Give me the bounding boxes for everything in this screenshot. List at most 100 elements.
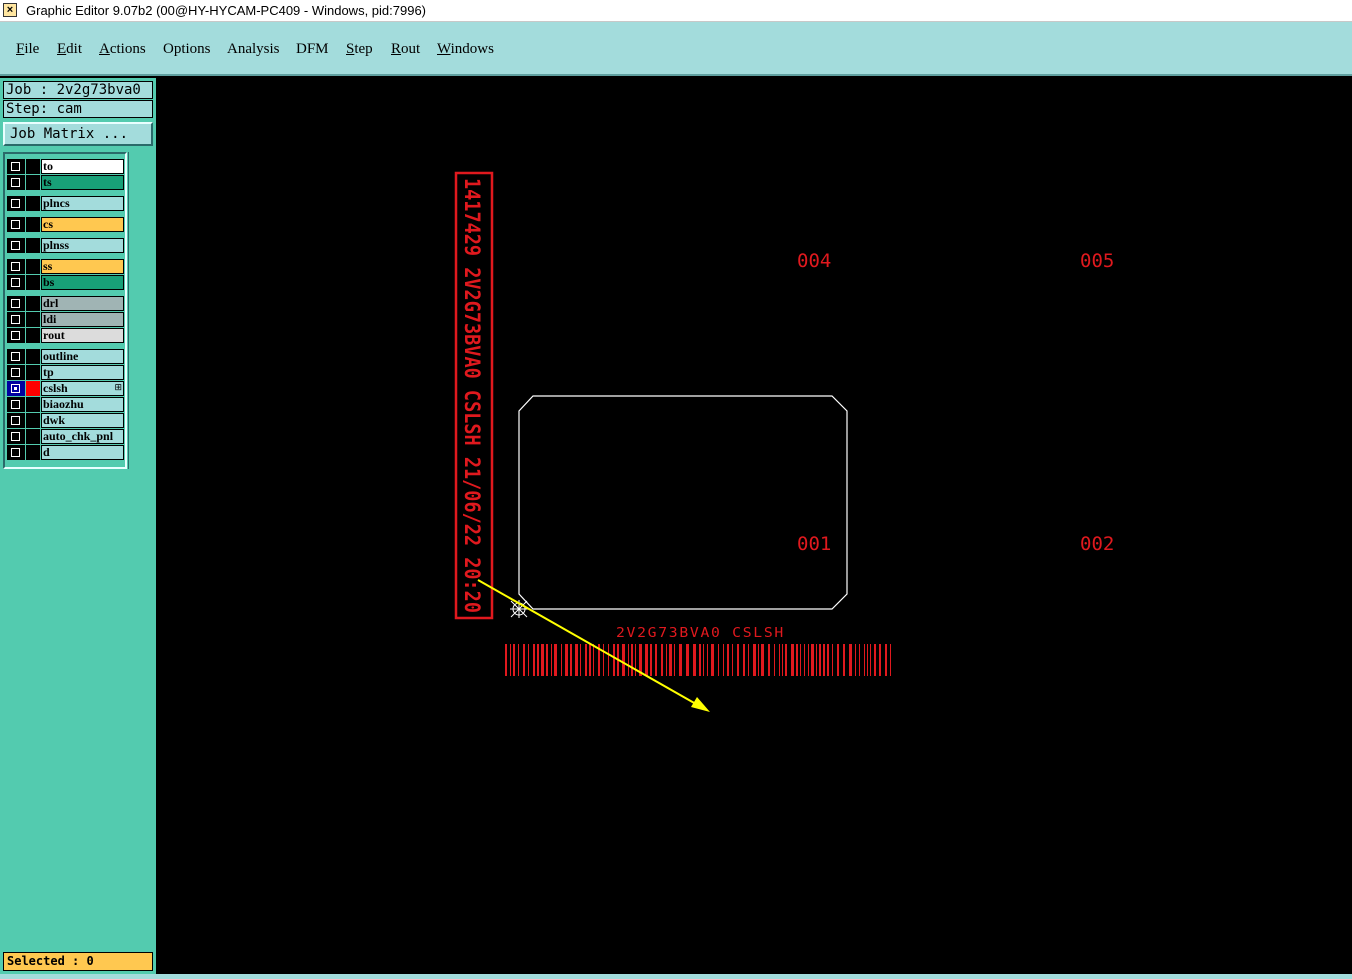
- layer-color-swatch[interactable]: [26, 196, 40, 211]
- selected-count: Selected : 0: [3, 952, 153, 971]
- layer-name[interactable]: rout: [41, 328, 124, 343]
- layer-row-bs[interactable]: bs: [7, 275, 124, 290]
- layer-color-swatch[interactable]: [26, 445, 40, 460]
- layer-color-swatch[interactable]: [26, 312, 40, 327]
- layer-name[interactable]: tp: [41, 365, 124, 380]
- layer-row-ldi[interactable]: ldi: [7, 312, 124, 327]
- layer-display-checkbox[interactable]: [7, 238, 25, 253]
- barcode-bar: [561, 644, 562, 676]
- menu-options[interactable]: Options: [163, 40, 211, 58]
- layer-name[interactable]: cslsh ⊞: [41, 381, 124, 396]
- layer-display-checkbox[interactable]: [7, 349, 25, 364]
- barcode-bar: [505, 644, 507, 676]
- layer-row-outline[interactable]: outline: [7, 349, 124, 364]
- layer-display-checkbox[interactable]: [7, 429, 25, 444]
- graphic-canvas[interactable]: 1417429 2V2G73BVA0 CSLSH 21/06/22 20:20 …: [156, 78, 1352, 975]
- barcode-bar: [593, 644, 594, 676]
- layer-color-swatch[interactable]: [26, 159, 40, 174]
- menu-windows[interactable]: Windows: [437, 40, 494, 58]
- layer-color-swatch[interactable]: [26, 381, 40, 396]
- layer-row-drl[interactable]: drl: [7, 296, 124, 311]
- layer-row-biaozhu[interactable]: biaozhu: [7, 397, 124, 412]
- layer-name[interactable]: biaozhu: [41, 397, 124, 412]
- layer-name[interactable]: dwk: [41, 413, 124, 428]
- layer-display-checkbox[interactable]: [7, 275, 25, 290]
- layer-display-checkbox[interactable]: [7, 296, 25, 311]
- layer-color-swatch[interactable]: [26, 397, 40, 412]
- layer-display-checkbox[interactable]: [7, 312, 25, 327]
- layer-row-ts[interactable]: ts: [7, 175, 124, 190]
- barcode-bar: [645, 644, 648, 676]
- barcode-bar: [622, 644, 625, 676]
- affected-marker-icon: ⊞: [114, 383, 122, 393]
- layer-display-checkbox[interactable]: [7, 381, 25, 396]
- barcode-bar: [827, 644, 829, 676]
- layer-row-cs[interactable]: cs: [7, 217, 124, 232]
- layer-display-checkbox[interactable]: [7, 397, 25, 412]
- layer-name[interactable]: cs: [41, 217, 124, 232]
- layer-list-scrollbar[interactable]: [128, 152, 153, 469]
- barcode-bar: [843, 644, 845, 676]
- barcode-bar: [879, 644, 881, 676]
- layer-row-cslsh[interactable]: cslsh ⊞: [7, 381, 124, 396]
- layer-color-swatch[interactable]: [26, 365, 40, 380]
- menu-actions[interactable]: Actions: [99, 40, 146, 58]
- menu-dfm[interactable]: DFM: [296, 40, 329, 58]
- menu-edit[interactable]: Edit: [57, 40, 82, 58]
- layer-color-swatch[interactable]: [26, 175, 40, 190]
- barcode-bar: [518, 644, 519, 676]
- layer-color-swatch[interactable]: [26, 217, 40, 232]
- layer-display-checkbox[interactable]: [7, 159, 25, 174]
- barcode-bar: [832, 644, 833, 676]
- layer-name[interactable]: outline: [41, 349, 124, 364]
- layer-name[interactable]: to: [41, 159, 124, 174]
- layer-color-swatch[interactable]: [26, 413, 40, 428]
- layer-color-swatch[interactable]: [26, 238, 40, 253]
- layer-row-ss[interactable]: ss: [7, 259, 124, 274]
- job-matrix-button[interactable]: Job Matrix ...: [3, 122, 153, 146]
- layer-name[interactable]: auto_chk_pnl: [41, 429, 124, 444]
- layer-color-swatch[interactable]: [26, 296, 40, 311]
- layer-row-auto-chk-pnl[interactable]: auto_chk_pnl: [7, 429, 124, 444]
- layer-name[interactable]: ts: [41, 175, 124, 190]
- layer-display-checkbox[interactable]: [7, 445, 25, 460]
- barcode-bar: [674, 644, 675, 676]
- layer-row-plnss[interactable]: plnss: [7, 238, 124, 253]
- layer-row-dwk[interactable]: dwk: [7, 413, 124, 428]
- layer-display-checkbox[interactable]: [7, 413, 25, 428]
- layer-display-checkbox[interactable]: [7, 175, 25, 190]
- layer-display-checkbox[interactable]: [7, 365, 25, 380]
- pcs-label-001: 001: [797, 533, 831, 555]
- layer-display-checkbox[interactable]: [7, 217, 25, 232]
- barcode-bar: [589, 644, 591, 676]
- layer-display-checkbox[interactable]: [7, 259, 25, 274]
- layer-color-swatch[interactable]: [26, 429, 40, 444]
- layer-row-rout[interactable]: rout: [7, 328, 124, 343]
- menu-file[interactable]: File: [16, 40, 39, 58]
- layer-row-plncs[interactable]: plncs: [7, 196, 124, 211]
- menu-step[interactable]: Step: [346, 40, 373, 58]
- layer-color-swatch[interactable]: [26, 328, 40, 343]
- layer-list: to ts plncs cs plnss ss bs drl ldi rout …: [3, 152, 127, 469]
- layer-name[interactable]: plncs: [41, 196, 124, 211]
- layer-row-d[interactable]: d: [7, 445, 124, 460]
- barcode-bar: [823, 644, 825, 676]
- layer-name[interactable]: bs: [41, 275, 124, 290]
- layer-color-swatch[interactable]: [26, 349, 40, 364]
- barcode-bar: [603, 644, 604, 676]
- layer-name[interactable]: ss: [41, 259, 124, 274]
- menu-rout[interactable]: Rout: [391, 40, 420, 58]
- layer-name[interactable]: drl: [41, 296, 124, 311]
- layer-color-swatch[interactable]: [26, 275, 40, 290]
- menu-analysis[interactable]: Analysis: [227, 40, 280, 58]
- layer-row-tp[interactable]: tp: [7, 365, 124, 380]
- layer-color-swatch[interactable]: [26, 259, 40, 274]
- layer-name[interactable]: plnss: [41, 238, 124, 253]
- barcode-bar: [800, 644, 801, 676]
- layer-display-checkbox[interactable]: [7, 328, 25, 343]
- barcode-bar: [761, 644, 764, 676]
- layer-display-checkbox[interactable]: [7, 196, 25, 211]
- layer-name[interactable]: ldi: [41, 312, 124, 327]
- layer-name[interactable]: d: [41, 445, 124, 460]
- layer-row-to[interactable]: to: [7, 159, 124, 174]
